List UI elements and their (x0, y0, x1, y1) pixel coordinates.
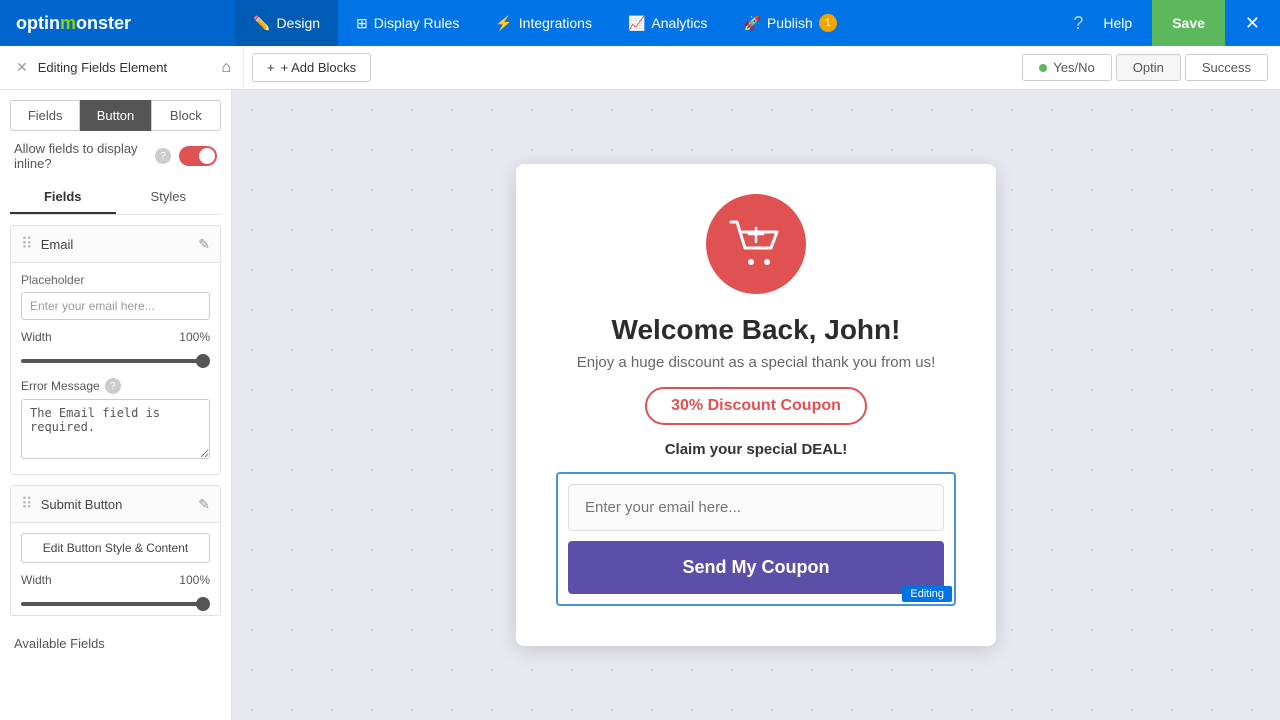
submit-width-label: Width (21, 573, 52, 587)
tab-success[interactable]: Success (1185, 54, 1268, 81)
sub-tab-styles[interactable]: Styles (116, 181, 222, 214)
submit-width-slider-container (21, 593, 210, 611)
help-button[interactable]: Help (1091, 9, 1144, 37)
add-blocks-button[interactable]: + + Add Blocks (252, 53, 371, 82)
email-field-name: Email (41, 237, 199, 252)
canvas-controls: + + Add Blocks Yes/No Optin Success (252, 53, 1268, 82)
sub-bar: ✕ Editing Fields Element ⌂ + + Add Block… (0, 46, 1280, 90)
submit-field-name: Submit Button (41, 497, 199, 512)
submit-coupon-button[interactable]: Send My Coupon (568, 541, 944, 594)
nav-integrations[interactable]: ⚡ Integrations (477, 0, 610, 46)
editing-badge: Editing (902, 586, 952, 602)
width-slider[interactable] (21, 359, 210, 363)
email-field-body: Placeholder Width 100% Error Message ? T… (11, 263, 220, 474)
left-panel: Fields Button Block Allow fields to disp… (0, 90, 232, 720)
cart-icon-circle (706, 194, 806, 294)
sub-tab-group: Fields Styles (10, 181, 221, 215)
width-value: 100% (179, 330, 210, 344)
available-fields-label: Available Fields (0, 626, 231, 656)
home-icon[interactable]: ⌂ (221, 59, 231, 77)
question-icon[interactable]: ? (1073, 13, 1083, 34)
submit-field-header: ⠿ Submit Button ✎ (11, 486, 220, 523)
pencil-icon: ✏️ (253, 15, 270, 32)
nav-right: ? Help Save ✕ (1073, 0, 1280, 46)
submit-edit-icon[interactable]: ✎ (198, 496, 210, 513)
editing-label: Editing Fields Element (38, 60, 216, 75)
sub-tab-fields[interactable]: Fields (10, 181, 116, 214)
inline-help-icon[interactable]: ? (155, 148, 171, 164)
publish-icon: 🚀 (743, 15, 760, 32)
nav-items: ✏️ Design ⊞ Display Rules ⚡ Integrations… (235, 0, 1073, 46)
width-slider-container (21, 350, 210, 368)
submit-width-row: Width 100% (21, 573, 210, 587)
logo-area: optinmonster (0, 0, 235, 46)
claim-text: Claim your special DEAL! (556, 441, 956, 458)
nav-design[interactable]: ✏️ Design (235, 0, 338, 46)
close-button[interactable]: ✕ (1233, 0, 1272, 46)
email-field-header: ⠿ Email ✎ (11, 226, 220, 263)
active-dot (1039, 64, 1047, 72)
save-button[interactable]: Save (1152, 0, 1225, 46)
publish-badge: 1 (819, 14, 837, 32)
tab-button[interactable]: Button (80, 100, 150, 131)
plus-icon: + (267, 60, 275, 75)
email-input[interactable] (568, 484, 944, 531)
email-field-section: ⠿ Email ✎ Placeholder Width 100% Error M… (10, 225, 221, 475)
form-area: Send My Coupon Editing (556, 472, 956, 606)
edit-button-style-button[interactable]: Edit Button Style & Content (21, 533, 210, 563)
main-layout: Fields Button Block Allow fields to disp… (0, 90, 1280, 720)
error-help-icon[interactable]: ? (105, 378, 121, 394)
display-rules-icon: ⊞ (356, 15, 368, 32)
submit-width-area: Width 100% (11, 573, 220, 615)
popup-subtitle: Enjoy a huge discount as a special thank… (556, 354, 956, 371)
inline-toggle-row: Allow fields to display inline? ? (0, 131, 231, 181)
submit-button-section: ⠿ Submit Button ✎ Edit Button Style & Co… (10, 485, 221, 616)
tab-yes-no[interactable]: Yes/No (1022, 54, 1111, 81)
error-label: Error Message (21, 379, 100, 393)
email-edit-icon[interactable]: ✎ (198, 236, 210, 253)
submit-width-value: 100% (179, 573, 210, 587)
drag-handle-icon[interactable]: ⠿ (21, 234, 33, 254)
submit-drag-handle-icon[interactable]: ⠿ (21, 494, 33, 514)
error-row: Error Message ? (21, 378, 210, 394)
width-row: Width 100% (21, 330, 210, 344)
tab-block[interactable]: Block (151, 100, 221, 131)
close-editing-button[interactable]: ✕ (12, 59, 32, 76)
popup-title: Welcome Back, John! (556, 314, 956, 346)
nav-analytics[interactable]: 📈 Analytics (610, 0, 725, 46)
integrations-icon: ⚡ (495, 15, 512, 32)
tab-fields[interactable]: Fields (10, 100, 80, 131)
placeholder-label: Placeholder (21, 273, 210, 287)
tab-optin[interactable]: Optin (1116, 54, 1181, 81)
canvas-area: Welcome Back, John! Enjoy a huge discoun… (232, 90, 1280, 720)
inline-label: Allow fields to display inline? (14, 141, 147, 171)
editing-info: ✕ Editing Fields Element ⌂ (12, 46, 244, 89)
logo: optinmonster (16, 13, 131, 34)
popup-card: Welcome Back, John! Enjoy a huge discoun… (516, 164, 996, 646)
width-label: Width (21, 330, 52, 344)
main-tab-group: Fields Button Block (0, 90, 231, 131)
analytics-icon: 📈 (628, 15, 645, 32)
submit-width-slider[interactable] (21, 602, 210, 606)
coupon-badge: 30% Discount Coupon (645, 387, 867, 425)
nav-display-rules[interactable]: ⊞ Display Rules (338, 0, 477, 46)
inline-toggle[interactable] (179, 146, 217, 166)
placeholder-input[interactable] (21, 292, 210, 320)
top-navigation: optinmonster ✏️ Design ⊞ Display Rules ⚡… (0, 0, 1280, 46)
nav-publish[interactable]: 🚀 Publish 1 (725, 0, 854, 46)
cart-icon (729, 220, 783, 268)
view-tabs: Yes/No Optin Success (1022, 54, 1268, 81)
error-message-textarea[interactable]: The Email field is required. (21, 399, 210, 459)
